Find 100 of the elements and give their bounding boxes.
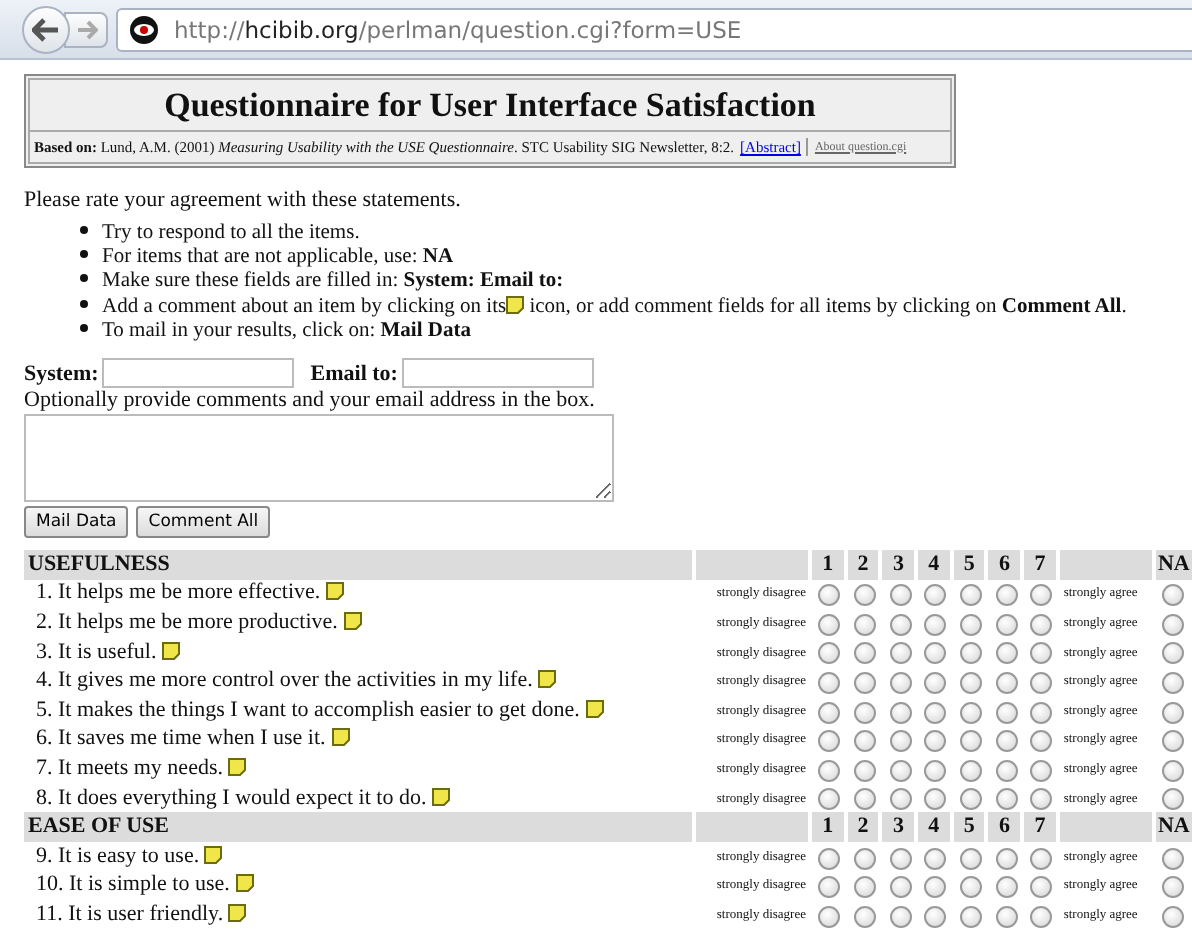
radio-button[interactable]	[1030, 788, 1053, 811]
radio-button[interactable]	[818, 905, 841, 928]
radio-button[interactable]	[854, 642, 877, 665]
radio-button[interactable]	[924, 730, 947, 753]
radio-button[interactable]	[1030, 730, 1053, 753]
radio-button[interactable]	[889, 759, 912, 782]
radio-button[interactable]	[854, 701, 877, 724]
radio-button[interactable]	[995, 584, 1018, 607]
radio-button[interactable]	[960, 613, 983, 636]
input-field[interactable]	[102, 358, 295, 389]
radio-button[interactable]	[889, 788, 912, 811]
radio-button[interactable]	[889, 905, 912, 928]
radio-button[interactable]	[1162, 847, 1185, 869]
note-icon[interactable]	[538, 670, 557, 689]
radio-button[interactable]	[960, 730, 983, 753]
radio-button[interactable]	[1030, 613, 1053, 636]
radio-button[interactable]	[889, 876, 912, 899]
note-icon[interactable]	[431, 787, 450, 806]
radio-button[interactable]	[818, 847, 841, 869]
radio-button[interactable]	[854, 613, 877, 636]
radio-button[interactable]	[960, 847, 983, 869]
radio-button[interactable]	[1030, 905, 1053, 928]
radio-button[interactable]	[924, 759, 947, 782]
radio-button[interactable]	[889, 847, 912, 869]
radio-button[interactable]	[1030, 847, 1053, 869]
radio-button[interactable]	[818, 613, 841, 636]
radio-button[interactable]	[818, 642, 841, 665]
radio-button[interactable]	[854, 671, 877, 694]
radio-button[interactable]	[960, 671, 983, 694]
radio-button[interactable]	[1030, 642, 1053, 665]
radio-button[interactable]	[1162, 701, 1185, 724]
form-button[interactable]: Comment All	[136, 506, 271, 539]
radio-button[interactable]	[995, 642, 1018, 665]
radio-button[interactable]	[924, 613, 947, 636]
note-icon[interactable]	[331, 728, 350, 747]
radio-button[interactable]	[1162, 788, 1185, 811]
radio-button[interactable]	[1162, 642, 1185, 665]
radio-button[interactable]	[854, 759, 877, 782]
radio-button[interactable]	[1162, 730, 1185, 753]
radio-button[interactable]	[1162, 876, 1185, 899]
radio-button[interactable]	[995, 701, 1018, 724]
radio-button[interactable]	[818, 876, 841, 899]
radio-button[interactable]	[854, 788, 877, 811]
radio-button[interactable]	[854, 584, 877, 607]
radio-button[interactable]	[818, 730, 841, 753]
radio-button[interactable]	[995, 730, 1018, 753]
note-icon[interactable]	[585, 699, 604, 718]
radio-button[interactable]	[889, 642, 912, 665]
radio-button[interactable]	[924, 847, 947, 869]
radio-button[interactable]	[924, 788, 947, 811]
radio-button[interactable]	[960, 876, 983, 899]
radio-button[interactable]	[960, 642, 983, 665]
radio-button[interactable]	[995, 671, 1018, 694]
radio-button[interactable]	[1030, 671, 1053, 694]
radio-button[interactable]	[960, 905, 983, 928]
radio-button[interactable]	[995, 847, 1018, 869]
note-icon[interactable]	[228, 757, 247, 776]
radio-button[interactable]	[1162, 584, 1185, 607]
radio-button[interactable]	[995, 788, 1018, 811]
radio-button[interactable]	[1030, 876, 1053, 899]
radio-button[interactable]	[818, 584, 841, 607]
radio-button[interactable]	[924, 671, 947, 694]
radio-button[interactable]	[995, 876, 1018, 899]
radio-button[interactable]	[818, 788, 841, 811]
radio-button[interactable]	[1162, 671, 1185, 694]
radio-button[interactable]	[854, 847, 877, 869]
radio-button[interactable]	[1030, 759, 1053, 782]
radio-button[interactable]	[924, 584, 947, 607]
form-button[interactable]: Mail Data	[24, 506, 129, 539]
radio-button[interactable]	[995, 613, 1018, 636]
radio-button[interactable]	[1030, 584, 1053, 607]
radio-button[interactable]	[889, 701, 912, 724]
radio-button[interactable]	[1162, 905, 1185, 928]
radio-button[interactable]	[854, 905, 877, 928]
radio-button[interactable]	[924, 905, 947, 928]
radio-button[interactable]	[889, 584, 912, 607]
radio-button[interactable]	[889, 730, 912, 753]
radio-button[interactable]	[818, 701, 841, 724]
radio-button[interactable]	[960, 788, 983, 811]
radio-button[interactable]	[995, 905, 1018, 928]
radio-button[interactable]	[924, 642, 947, 665]
radio-button[interactable]	[1030, 701, 1053, 724]
address-bar[interactable]: http://hcibib.org/perlman/question.cgi?form=USE	[116, 7, 1192, 51]
radio-button[interactable]	[924, 876, 947, 899]
input-field[interactable]	[401, 358, 594, 389]
radio-button[interactable]	[1162, 613, 1185, 636]
note-icon[interactable]	[161, 641, 180, 660]
back-button[interactable]	[22, 5, 70, 53]
radio-button[interactable]	[854, 730, 877, 753]
radio-button[interactable]	[960, 701, 983, 724]
radio-button[interactable]	[960, 759, 983, 782]
radio-button[interactable]	[818, 671, 841, 694]
radio-button[interactable]	[854, 876, 877, 899]
radio-button[interactable]	[889, 613, 912, 636]
radio-button[interactable]	[1162, 759, 1185, 782]
radio-button[interactable]	[924, 701, 947, 724]
comment-box[interactable]	[24, 414, 614, 503]
radio-button[interactable]	[995, 759, 1018, 782]
radio-button[interactable]	[818, 759, 841, 782]
radio-button[interactable]	[889, 671, 912, 694]
